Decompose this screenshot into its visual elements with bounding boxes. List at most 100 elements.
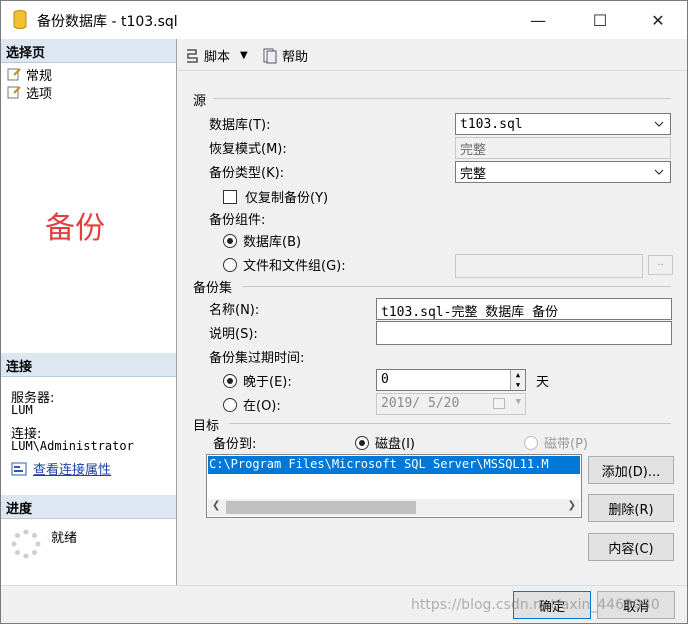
component-database-radio[interactable]: 数据库(B)	[223, 231, 301, 250]
backup-to-label: 备份到:	[213, 437, 257, 452]
radio-dot	[223, 373, 237, 388]
properties-icon	[11, 462, 27, 475]
maximize-button[interactable]: ☐	[577, 1, 623, 39]
contents-button[interactable]: 内容(C)	[588, 533, 674, 561]
source-divider	[213, 98, 671, 99]
recovery-model-label: 恢复模式(M):	[209, 142, 287, 157]
backup-database-window: 备份数据库 - t103.sql — ☐ ✕ 选择页 常规 选项 备份 连接 服…	[0, 0, 688, 624]
database-icon	[13, 10, 27, 29]
expire-after-label: 晚于(E):	[243, 375, 292, 390]
days-unit-label: 天	[536, 375, 550, 390]
filegroup-field	[455, 254, 643, 278]
help-button[interactable]: 帮助	[262, 46, 308, 65]
backup-type-value: 完整	[460, 166, 487, 182]
page-general[interactable]: 常规	[6, 66, 53, 84]
destination-group-label: 目标	[193, 419, 220, 434]
left-pane: 选择页 常规 选项 备份 连接 服务器: LUM 连接: LUM\Adminis…	[1, 39, 177, 585]
backup-set-divider	[243, 286, 671, 287]
view-connection-properties-link[interactable]: 查看连接属性	[11, 459, 111, 478]
script-icon	[187, 48, 198, 63]
backup-type-select[interactable]: 完整	[455, 161, 671, 183]
title-bar: 备份数据库 - t103.sql — ☐ ✕	[1, 1, 687, 39]
backup-component-label: 备份组件:	[209, 213, 266, 228]
expire-after-radio[interactable]: 晚于(E):	[223, 371, 292, 390]
checkbox-box	[223, 189, 237, 204]
horizontal-scrollbar[interactable]: ❮ ❯	[208, 499, 580, 516]
disk-radio[interactable]: 磁盘(I)	[355, 433, 415, 452]
view-connection-properties-label: 查看连接属性	[33, 463, 112, 478]
expire-date-picker: 2019/ 5/20 ▼	[376, 393, 526, 415]
chevron-down-icon	[652, 165, 666, 179]
calendar-icon	[493, 398, 505, 409]
chevron-down-icon: ▼	[515, 397, 521, 407]
backup-type-label: 备份类型(K):	[209, 166, 285, 181]
stepper-up-icon[interactable]: ▲	[510, 370, 525, 380]
radio-dot	[355, 435, 369, 450]
chevron-right-icon[interactable]: ❯	[568, 500, 576, 511]
remove-button[interactable]: 删除(R)	[588, 494, 674, 522]
window-title: 备份数据库 - t103.sql	[37, 14, 178, 30]
radio-dot	[223, 257, 237, 272]
connection-header: 连接	[1, 353, 176, 377]
tape-radio: 磁带(P)	[524, 433, 588, 452]
disk-label: 磁盘(I)	[375, 437, 415, 452]
source-group-label: 源	[193, 94, 207, 109]
progress-header: 进度	[1, 495, 176, 519]
scrollbar-thumb[interactable]	[226, 501, 416, 514]
stepper-down-icon[interactable]: ▼	[510, 380, 525, 390]
connection-value: LUM\Administrator	[11, 439, 134, 453]
expire-days-stepper[interactable]: 0 ▲ ▼	[376, 369, 526, 391]
close-button[interactable]: ✕	[635, 1, 681, 39]
component-files-radio[interactable]: 文件和文件组(G):	[223, 255, 346, 274]
help-icon	[263, 48, 277, 63]
expire-on-radio[interactable]: 在(O):	[223, 395, 281, 414]
radio-dot	[223, 233, 237, 248]
description-label: 说明(S):	[209, 327, 258, 342]
add-button[interactable]: 添加(D)...	[588, 456, 674, 484]
list-item[interactable]: C:\Program Files\Microsoft SQL Server\MS…	[208, 456, 580, 474]
backup-name-input[interactable]: t103.sql-完整 数据库 备份	[376, 298, 672, 320]
progress-spinner-icon	[11, 529, 41, 559]
database-select[interactable]: t103.sql	[455, 113, 671, 135]
page-wrench-icon	[7, 86, 21, 99]
description-input[interactable]	[376, 321, 672, 345]
page-wrench-icon	[7, 68, 21, 81]
recovery-model-field: 完整	[455, 137, 671, 159]
database-label: 数据库(T):	[209, 118, 271, 133]
backup-set-group-label: 备份集	[193, 281, 233, 296]
component-database-label: 数据库(B)	[243, 235, 302, 250]
destination-divider	[229, 423, 671, 424]
watermark-text: https://blog.csdn.net/axin_4469030	[411, 597, 660, 613]
component-files-label: 文件和文件组(G):	[243, 259, 346, 274]
page-general-label: 常规	[26, 68, 53, 84]
filegroup-browse-button[interactable]: ··	[648, 255, 673, 275]
copy-only-checkbox[interactable]: 仅复制备份(Y)	[223, 187, 328, 206]
backup-annotation: 备份	[45, 211, 105, 246]
expiration-label: 备份集过期时间:	[209, 351, 305, 366]
radio-dot	[524, 435, 538, 450]
minimize-button[interactable]: —	[515, 1, 561, 39]
script-button[interactable]: 脚本 ▼	[184, 46, 248, 65]
server-value: LUM	[11, 403, 33, 417]
recovery-model-value: 完整	[460, 142, 487, 158]
tape-label: 磁带(P)	[544, 437, 588, 452]
radio-dot	[223, 397, 237, 412]
select-page-header: 选择页	[1, 39, 176, 63]
chevron-down-icon: ▼	[240, 50, 248, 61]
chevron-down-icon	[652, 117, 666, 131]
page-options[interactable]: 选项	[6, 84, 53, 102]
copy-only-label: 仅复制备份(Y)	[245, 191, 329, 206]
chevron-left-icon[interactable]: ❮	[212, 500, 220, 511]
backup-name-label: 名称(N):	[209, 303, 260, 318]
expire-on-label: 在(O):	[243, 399, 281, 414]
backup-destination-list[interactable]: C:\Program Files\Microsoft SQL Server\MS…	[206, 454, 582, 518]
script-label: 脚本	[204, 50, 231, 65]
stepper-buttons: ▲ ▼	[510, 370, 525, 390]
database-value: t103.sql	[460, 116, 523, 132]
page-options-label: 选项	[26, 86, 53, 102]
help-label: 帮助	[282, 50, 309, 65]
toolbar: 脚本 ▼ 帮助	[178, 39, 687, 71]
progress-status: 就绪	[51, 531, 78, 546]
expire-days-value: 0	[381, 372, 389, 387]
expire-date-value: 2019/ 5/20	[381, 396, 460, 411]
